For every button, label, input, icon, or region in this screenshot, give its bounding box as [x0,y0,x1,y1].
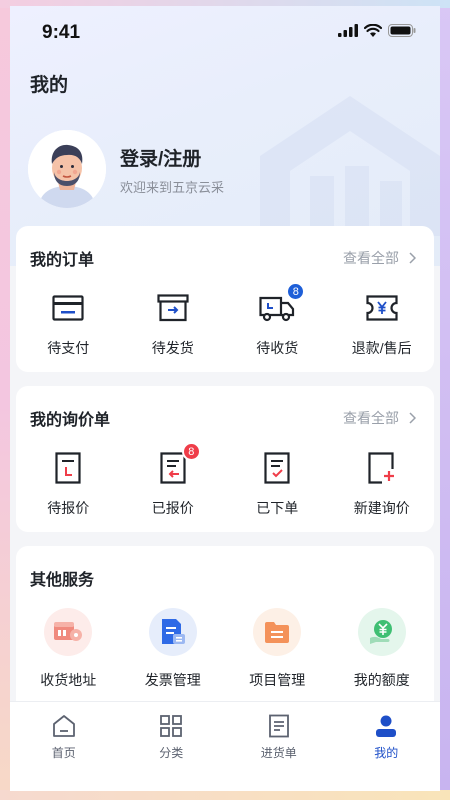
chevron-right-icon [409,412,416,424]
order-pending-shipment[interactable]: 待发货 [121,290,226,358]
order-item-label: 待发货 [151,340,194,356]
box-icon [155,290,191,326]
inquiry-item-label: 待报价 [47,500,90,516]
status-icons [338,24,416,37]
card-icon [50,290,86,326]
quoted-icon: 8 [155,442,201,486]
inquiry-ordered[interactable]: 已下单 [225,450,330,518]
user-icon [376,715,397,737]
tab-purchase-list[interactable]: 进货单 [225,702,333,791]
inquiries-card: 我的询价单 查看全部 待报价 8 已报价 已下单 新建询价 [16,386,434,532]
app-screen: 9:41 我的 登录/注册 欢迎来到五京云采 我的订单 查看全部 待支付 待发货… [10,6,440,791]
address-icon [44,608,93,656]
services-title: 其他服务 [30,572,95,589]
tab-label: 分类 [159,746,184,760]
welcome-text: 欢迎来到五京云采 [120,180,225,195]
credit-icon [357,608,406,656]
service-project[interactable]: 项目管理 [225,608,330,690]
tab-category[interactable]: 分类 [118,702,226,791]
chevron-right-icon [409,252,416,264]
inquiries-title: 我的询价单 [30,412,111,429]
wifi-icon [364,24,382,37]
tab-label: 我的 [374,746,399,760]
avatar[interactable] [28,130,106,208]
tab-label: 进货单 [260,746,297,760]
inquiries-view-all[interactable]: 查看全部 [343,408,416,428]
status-bar: 9:41 [10,6,440,60]
home-icon [52,715,75,737]
service-item-label: 项目管理 [249,672,306,688]
inquiry-item-label: 已报价 [151,500,194,516]
invoice-icon [148,608,197,656]
services-card: 其他服务 收货地址 发票管理 项目管理 我的额度 [16,546,434,716]
battery-icon [388,24,416,37]
signal-icon [338,24,358,37]
refund-icon [364,290,400,326]
orders-title: 我的订单 [30,252,95,269]
purchase-list-icon [268,714,289,738]
building-watermark-icon [260,96,440,236]
service-invoice[interactable]: 发票管理 [121,608,226,690]
order-pending-payment[interactable]: 待支付 [16,290,121,358]
inquiries-view-all-label: 查看全部 [343,410,399,426]
inquiry-quoted-badge: 8 [181,442,201,461]
page-title: 我的 [30,75,69,96]
order-item-label: 退款/售后 [351,340,412,356]
tab-label: 首页 [51,746,76,760]
user-avatar-icon [28,130,106,208]
order-item-label: 待收货 [256,340,299,356]
category-icon [160,715,183,737]
orders-grid: 待支付 待发货 8 待收货 退款/售后 [16,282,435,358]
truck-icon: 8 [259,282,306,326]
order-pending-receipt[interactable]: 8 待收货 [225,282,330,358]
services-grid: 收货地址 发票管理 项目管理 我的额度 [16,608,434,690]
service-item-label: 收货地址 [40,672,97,688]
ordered-icon [259,450,295,486]
service-address[interactable]: 收货地址 [16,608,121,690]
tab-home[interactable]: 首页 [10,702,118,791]
bottom-tab-bar: 首页 分类 进货单 我的 [10,701,440,791]
inquiry-quoted[interactable]: 8 已报价 [121,442,226,518]
tab-mine[interactable]: 我的 [333,702,441,791]
login-register-link[interactable]: 登录/注册 [120,144,201,171]
order-refund-aftersale[interactable]: 退款/售后 [330,290,435,358]
new-inquiry-icon [364,450,400,486]
order-receipt-badge: 8 [286,282,306,301]
inquiry-item-label: 已下单 [256,500,299,516]
inquiries-grid: 待报价 8 已报价 已下单 新建询价 [16,442,435,518]
inquiry-new[interactable]: 新建询价 [330,450,435,518]
orders-view-all-label: 查看全部 [343,250,399,266]
service-item-label: 发票管理 [144,672,201,688]
inquiry-item-label: 新建询价 [353,500,410,516]
inquiry-pending-quote[interactable]: 待报价 [16,450,121,518]
orders-card: 我的订单 查看全部 待支付 待发货 8 待收货 退款/售后 [16,226,434,372]
order-item-label: 待支付 [47,340,90,356]
orders-view-all[interactable]: 查看全部 [343,248,416,268]
project-icon [253,608,302,656]
service-item-label: 我的额度 [353,672,410,688]
service-credit[interactable]: 我的额度 [330,608,435,690]
pending-quote-icon [50,450,86,486]
status-time: 9:41 [42,22,81,43]
device-frame-bottom [0,790,450,800]
